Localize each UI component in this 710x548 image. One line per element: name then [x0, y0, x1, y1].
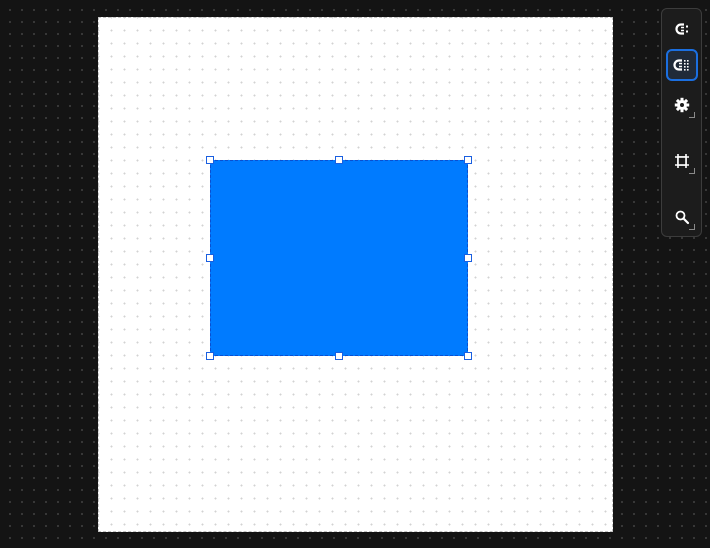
submenu-indicator-icon	[689, 112, 695, 118]
gear-icon	[674, 97, 690, 113]
resize-handle-top-right[interactable]	[464, 156, 472, 164]
vertical-toolbar	[661, 8, 702, 237]
resize-handle-bottom-right[interactable]	[464, 352, 472, 360]
snap-toggle-button[interactable]	[666, 13, 698, 45]
selected-rectangle[interactable]	[206, 156, 472, 360]
resize-handle-bottom[interactable]	[335, 352, 343, 360]
resize-handle-right[interactable]	[464, 254, 472, 262]
snap-to-grid-icon	[673, 57, 691, 73]
snap-icon	[674, 21, 690, 37]
search-icon	[674, 209, 690, 225]
settings-button[interactable]	[666, 89, 698, 121]
submenu-indicator-icon	[689, 224, 695, 230]
resize-handle-left[interactable]	[206, 254, 214, 262]
resize-handle-bottom-left[interactable]	[206, 352, 214, 360]
zoom-button[interactable]	[666, 201, 698, 233]
snap-to-grid-toggle-button[interactable]	[666, 49, 698, 81]
resize-handle-top[interactable]	[335, 156, 343, 164]
submenu-indicator-icon	[689, 168, 695, 174]
resize-handle-top-left[interactable]	[206, 156, 214, 164]
crop-frame-icon	[674, 153, 690, 169]
rectangle-fill[interactable]	[210, 160, 468, 356]
frame-tool-button[interactable]	[666, 145, 698, 177]
